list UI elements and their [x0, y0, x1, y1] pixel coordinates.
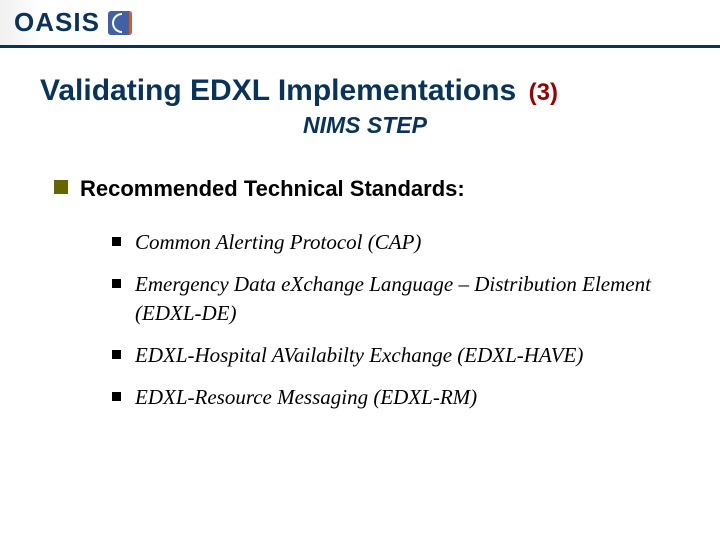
oasis-logo: OASIS — [14, 7, 132, 38]
logo-text: OASIS — [14, 7, 100, 38]
list-item: EDXL-Resource Messaging (EDXL-RM) — [112, 383, 680, 411]
list-item-text: EDXL-Resource Messaging (EDXL-RM) — [135, 383, 477, 411]
header-label: EDXL - 101 — [618, 18, 686, 33]
list-item-text: Common Alerting Protocol (CAP) — [135, 228, 421, 256]
list-item: EDXL-Hospital AVailabilty Exchange (EDXL… — [112, 341, 680, 369]
slide-subtitle: NIMS STEP — [40, 112, 690, 139]
section-heading: Recommended Technical Standards: — [80, 176, 465, 202]
title-block: Validating EDXL Implementations (3) NIMS… — [40, 74, 690, 139]
square-bullet-small-icon — [112, 350, 121, 359]
list-item-text: Emergency Data eXchange Language – Distr… — [135, 270, 680, 327]
sub-bullet-list: Common Alerting Protocol (CAP) Emergency… — [112, 228, 680, 412]
slide-content: Recommended Technical Standards: Common … — [54, 176, 680, 426]
square-bullet-small-icon — [112, 392, 121, 401]
slide-title-suffix: (3) — [529, 79, 558, 106]
slide-title: Validating EDXL Implementations — [40, 74, 516, 107]
slide-header: OASIS EDXL - 101 — [0, 0, 720, 48]
square-bullet-icon — [54, 180, 68, 194]
list-item: Common Alerting Protocol (CAP) — [112, 228, 680, 256]
list-item-text: EDXL-Hospital AVailabilty Exchange (EDXL… — [135, 341, 583, 369]
list-item: Emergency Data eXchange Language – Distr… — [112, 270, 680, 327]
bullet-level1: Recommended Technical Standards: — [54, 176, 680, 202]
logo-mark-icon — [108, 11, 132, 35]
slide: OASIS EDXL - 101 Validating EDXL Impleme… — [0, 0, 720, 540]
square-bullet-small-icon — [112, 237, 121, 246]
square-bullet-small-icon — [112, 279, 121, 288]
